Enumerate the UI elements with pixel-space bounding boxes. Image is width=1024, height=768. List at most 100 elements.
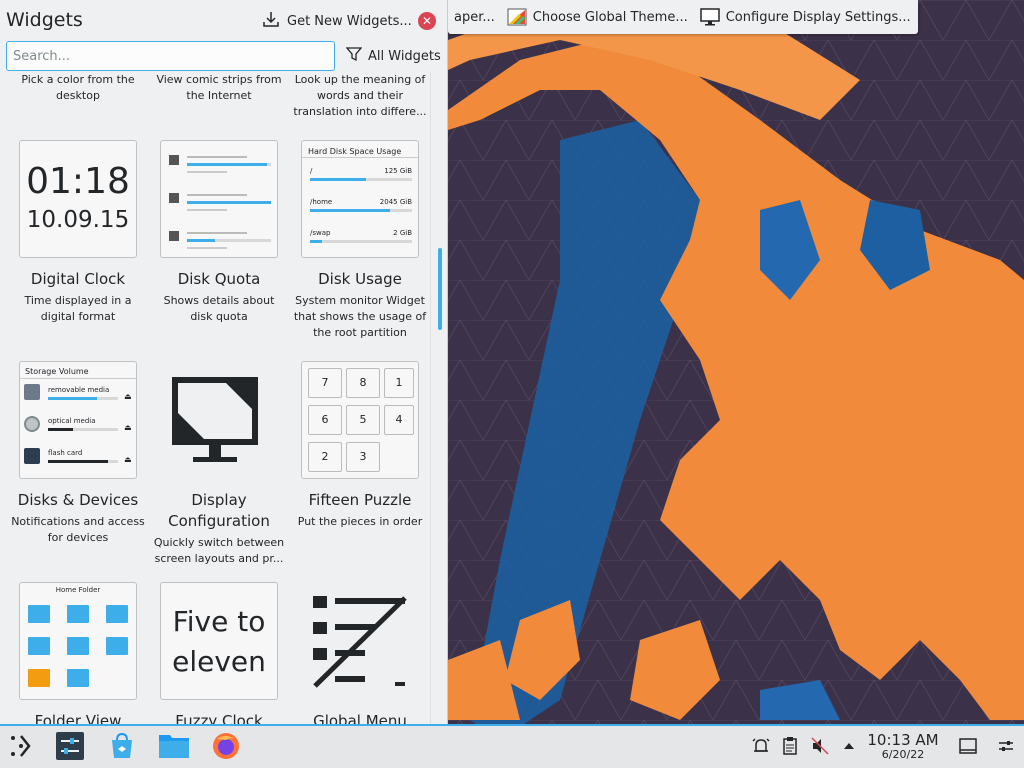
widget-thumbnail-disk-quota[interactable] xyxy=(160,140,278,258)
task-configure-display[interactable]: Configure Display Settings... ✕ xyxy=(694,0,918,34)
widget-thumbnail-fuzzy-clock[interactable]: Five to eleven xyxy=(160,582,278,700)
widget-description: Quickly switch between screen layouts an… xyxy=(153,536,285,565)
disk-row-size: 2 GiB xyxy=(393,229,412,237)
disk-row-size: 125 GiB xyxy=(384,167,412,175)
divider xyxy=(302,157,418,158)
widget-thumbnail-disks-devices[interactable]: Storage Volume removable media ⏏ optical… xyxy=(19,361,137,479)
firefox-icon[interactable] xyxy=(210,730,242,762)
widget-description: Look up the meaning of words and their t… xyxy=(293,73,427,118)
widget-name: Display Configuration xyxy=(168,491,270,530)
puzzle-tile: 8 xyxy=(346,368,380,398)
device-label: flash card xyxy=(48,449,83,457)
filter-button[interactable]: All Widgets xyxy=(345,46,441,66)
device-label: removable media xyxy=(48,386,110,394)
widget-name: Disk Quota xyxy=(177,270,261,288)
system-settings-icon[interactable] xyxy=(54,730,86,762)
puzzle-tile: 2 xyxy=(308,442,342,472)
task-wallpaper[interactable]: aper... xyxy=(448,0,501,34)
removable-drive-icon xyxy=(24,384,40,400)
disk-usage-preview-title: Hard Disk Space Usage xyxy=(308,147,402,156)
widget-grid: Pick a color from the desktop View comic… xyxy=(0,72,430,724)
device-bar xyxy=(48,428,118,431)
task-label: Choose Global Theme... xyxy=(532,9,688,25)
widget-description: Pick a color from the desktop xyxy=(21,73,135,102)
widget-name: Disks & Devices xyxy=(17,491,139,509)
filter-icon xyxy=(345,46,363,66)
download-icon xyxy=(262,10,280,32)
disk-row-bar xyxy=(310,209,412,212)
panel-configure-icon[interactable] xyxy=(990,730,1022,762)
puzzle-tile: 4 xyxy=(384,405,414,435)
disk-row-bar xyxy=(310,178,412,181)
folder-preview-title: Home Folder xyxy=(55,586,101,594)
disk-row-size: 2045 GiB xyxy=(379,198,412,206)
optical-disc-icon xyxy=(24,416,40,432)
widget-name: Fifteen Puzzle xyxy=(308,491,412,509)
global-menu-icon xyxy=(313,596,407,688)
display-icon xyxy=(699,8,720,26)
clock-date[interactable]: 6/20/22 xyxy=(866,748,940,762)
widget-name: Folder View xyxy=(34,712,122,724)
puzzle-tile: 3 xyxy=(346,442,380,472)
close-icon[interactable]: ✕ xyxy=(418,12,436,30)
task-label: aper... xyxy=(454,9,495,25)
widget-thumbnail-display-configuration[interactable] xyxy=(160,361,278,479)
puzzle-tile: 1 xyxy=(384,368,414,398)
search-input[interactable] xyxy=(6,41,335,71)
scrollbar-thumb[interactable] xyxy=(438,248,442,330)
widget-description: Put the pieces in order xyxy=(297,515,423,528)
disk-row-path: /swap xyxy=(310,229,331,237)
widgets-panel: Widgets Get New Widgets... ✕ All Widgets… xyxy=(0,0,448,724)
file-manager-icon[interactable] xyxy=(158,730,190,762)
widget-description: Time displayed in a digital format xyxy=(24,294,132,323)
scrollbar[interactable] xyxy=(430,72,447,724)
notifications-icon[interactable] xyxy=(745,730,777,762)
puzzle-tile: 5 xyxy=(346,405,380,435)
get-new-widgets-label: Get New Widgets... xyxy=(287,13,412,29)
device-bar xyxy=(48,397,118,400)
devices-preview-title: Storage Volume xyxy=(25,367,89,376)
monitor-icon xyxy=(172,377,258,462)
fuzzy-clock-line1: Five to xyxy=(172,605,266,638)
get-new-widgets-button[interactable]: Get New Widgets... xyxy=(262,10,412,32)
disk-row-path: / xyxy=(310,167,313,175)
disk-row-bar xyxy=(310,240,412,243)
widget-description: Notifications and access for devices xyxy=(11,515,145,544)
disk-row-path: /home xyxy=(310,198,333,206)
eject-icon: ⏏ xyxy=(124,455,132,464)
divider xyxy=(20,378,136,379)
clock-time[interactable]: 10:13 AM xyxy=(866,732,940,749)
clock-preview-time: 01:18 xyxy=(26,161,130,202)
widget-name: Disk Usage xyxy=(318,270,402,288)
widget-thumbnail-folder-view[interactable]: Home Folder xyxy=(19,582,137,700)
device-label: optical media xyxy=(48,417,96,425)
widget-thumbnail-global-menu[interactable] xyxy=(301,582,419,700)
widget-name: Digital Clock xyxy=(30,270,126,288)
discover-icon[interactable] xyxy=(106,730,138,762)
task-choose-global-theme[interactable]: Choose Global Theme... xyxy=(501,0,694,34)
disk-row: / 125 GiB xyxy=(310,167,412,181)
application-launcher-icon[interactable] xyxy=(5,730,37,762)
clock-preview-date: 10.09.15 xyxy=(26,207,130,233)
puzzle-tile: 7 xyxy=(308,368,342,398)
disk-row: /swap 2 GiB xyxy=(310,229,412,243)
window-titles-bar: aper... Choose Global Theme... Configure… xyxy=(448,0,918,34)
device-bar xyxy=(48,460,118,463)
puzzle-tile: 6 xyxy=(308,405,342,435)
widget-thumbnail-disk-usage[interactable]: Hard Disk Space Usage / 125 GiB /home 20… xyxy=(301,140,419,258)
show-desktop-icon[interactable] xyxy=(952,730,984,762)
widget-name: Global Menu xyxy=(313,712,407,724)
disk-row: /home 2045 GiB xyxy=(310,198,412,212)
widget-description: View comic strips from the Internet xyxy=(156,73,282,102)
widget-description: System monitor Widget that shows the usa… xyxy=(293,294,427,339)
widget-thumbnail-digital-clock[interactable]: 01:18 10.09.15 xyxy=(19,140,137,258)
clipboard-icon[interactable] xyxy=(774,730,806,762)
volume-muted-icon[interactable] xyxy=(804,730,836,762)
fuzzy-clock-line2: eleven xyxy=(172,645,266,678)
widget-thumbnail-fifteen-puzzle[interactable]: 7 8 1 6 5 4 2 3 xyxy=(301,361,419,479)
panel-title: Widgets xyxy=(6,9,83,31)
theme-icon xyxy=(507,8,527,26)
eject-icon: ⏏ xyxy=(124,392,132,401)
tray-expand-icon[interactable] xyxy=(833,730,865,762)
folder-grid-icons xyxy=(28,605,128,687)
